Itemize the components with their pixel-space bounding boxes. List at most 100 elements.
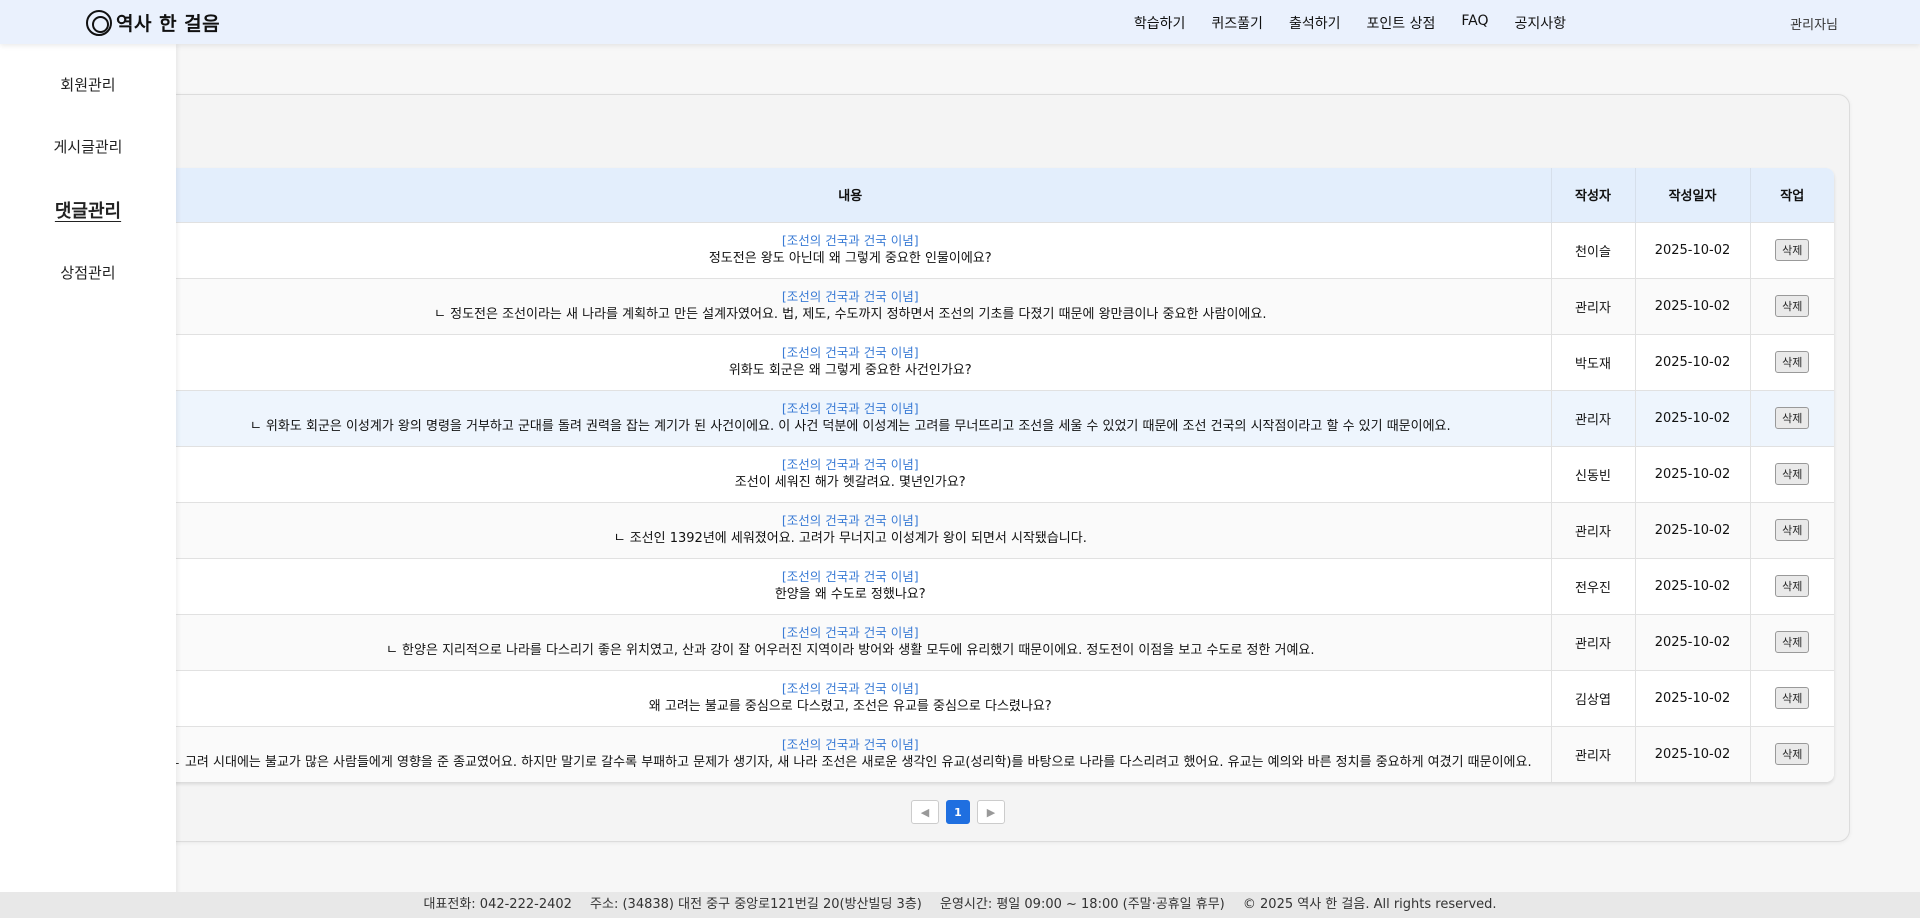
delete-button[interactable]: 삭제: [1775, 519, 1810, 541]
top-header: 역사 한 걸음 학습하기 퀴즈풀기 출석하기 포인트 상점 FAQ 공지사항 관…: [0, 0, 1920, 44]
author-cell: 박도재: [1551, 333, 1636, 390]
site-footer: 대표전화: 042-222-2402 주소: (34838) 대전 중구 중앙로…: [0, 892, 1920, 918]
prev-page-button[interactable]: ◀: [911, 800, 939, 824]
action-cell: 삭제: [1750, 725, 1834, 782]
nav-item-point-shop[interactable]: 포인트 상점: [1366, 13, 1435, 33]
post-title-link[interactable]: [조선의 건국과 건국 이념]: [150, 512, 1551, 530]
date-cell: 2025-10-02: [1635, 613, 1751, 670]
next-page-button[interactable]: ▶: [977, 800, 1005, 824]
site-logo[interactable]: 역사 한 걸음: [86, 9, 220, 36]
author-cell: 관리자: [1551, 389, 1636, 446]
action-cell: 삭제: [1750, 389, 1834, 446]
table-row: [조선의 건국과 건국 이념] 조선이 세워진 해가 헷갈려요. 몇년인가요? 신동…: [150, 445, 1834, 502]
sidebar-item-members[interactable]: 회원관리: [0, 74, 176, 95]
comment-text: ㄴ 조선인 1392년에 세워졌어요. 고려가 무너지고 이성계가 왕이 되면서…: [613, 531, 1087, 546]
content-cell: [조선의 건국과 건국 이념] 조선이 세워진 해가 헷갈려요. 몇년인가요?: [150, 445, 1552, 502]
comment-text: ㄴ 한양은 지리적으로 나라를 다스리기 좋은 위치였고, 산과 강이 잘 어우…: [385, 643, 1315, 658]
comment-text: ㄴ 위화도 회군은 이성계가 왕의 명령을 거부하고 군대를 돌려 권력을 잡는…: [249, 419, 1451, 434]
action-cell: 삭제: [1750, 445, 1834, 502]
delete-button[interactable]: 삭제: [1775, 295, 1810, 317]
nav-item-attendance[interactable]: 출석하기: [1289, 13, 1341, 33]
date-cell: 2025-10-02: [1635, 669, 1751, 726]
table-row: [조선의 건국과 건국 이념] 위화도 회군은 왜 그렇게 중요한 사건인가요? 박…: [150, 333, 1834, 390]
action-cell: 삭제: [1750, 277, 1834, 334]
action-cell: 삭제: [1750, 557, 1834, 614]
footer-hours: 운영시간: 평일 09:00 ~ 18:00 (주말·공휴일 휴무): [940, 897, 1225, 912]
post-title-link[interactable]: [조선의 건국과 건국 이념]: [150, 624, 1551, 642]
table-row: [조선의 건국과 건국 이념] 정도전은 왕도 아닌데 왜 그렇게 중요한 인물이…: [150, 221, 1834, 278]
content-cell: [조선의 건국과 건국 이념] 왜 고려는 불교를 중심으로 다스렸고, 조선은 …: [150, 669, 1552, 726]
date-cell: 2025-10-02: [1635, 501, 1751, 558]
author-cell: 김상엽: [1551, 669, 1636, 726]
content-cell: [조선의 건국과 건국 이념] 위화도 회군은 왜 그렇게 중요한 사건인가요?: [150, 333, 1552, 390]
delete-button[interactable]: 삭제: [1775, 351, 1810, 373]
date-cell: 2025-10-02: [1635, 389, 1751, 446]
delete-button[interactable]: 삭제: [1775, 239, 1810, 261]
admin-user-link[interactable]: 관리자님: [1790, 14, 1838, 33]
nav-item-notice[interactable]: 공지사항: [1514, 13, 1566, 33]
post-title-link[interactable]: [조선의 건국과 건국 이념]: [150, 456, 1551, 474]
table-header-row: 내용 작성자 작성일자 작업: [150, 168, 1834, 222]
delete-button[interactable]: 삭제: [1775, 407, 1810, 429]
comment-text: 조선이 세워진 해가 헷갈려요. 몇년인가요?: [734, 475, 966, 490]
nav-item-quiz[interactable]: 퀴즈풀기: [1211, 13, 1263, 33]
date-cell: 2025-10-02: [1635, 445, 1751, 502]
header-content: 내용: [150, 168, 1552, 222]
delete-button[interactable]: 삭제: [1775, 687, 1810, 709]
post-title-link[interactable]: [조선의 건국과 건국 이념]: [150, 680, 1551, 698]
date-cell: 2025-10-02: [1635, 277, 1751, 334]
date-cell: 2025-10-02: [1635, 333, 1751, 390]
content-cell: [조선의 건국과 건국 이념] 정도전은 왕도 아닌데 왜 그렇게 중요한 인물이…: [150, 221, 1552, 278]
action-cell: 삭제: [1750, 333, 1834, 390]
sidebar-item-shop[interactable]: 상점관리: [0, 262, 176, 283]
table-row: [조선의 건국과 건국 이념] ㄴ 고려 시대에는 불교가 많은 사람들에게 영향…: [150, 725, 1834, 782]
sidebar-item-posts[interactable]: 게시글관리: [0, 136, 176, 157]
content-cell: [조선의 건국과 건국 이념] ㄴ 한양은 지리적으로 나라를 다스리기 좋은 위…: [150, 613, 1552, 670]
footer-phone: 대표전화: 042-222-2402: [423, 897, 572, 912]
comment-text: 왜 고려는 불교를 중심으로 다스렸고, 조선은 유교를 중심으로 다스렸나요?: [648, 699, 1052, 714]
date-cell: 2025-10-02: [1635, 221, 1751, 278]
post-title-link[interactable]: [조선의 건국과 건국 이념]: [150, 232, 1551, 250]
action-cell: 삭제: [1750, 613, 1834, 670]
comment-text: ㄴ 정도전은 조선이라는 새 나라를 계획하고 만든 설계자였어요. 법, 제도…: [434, 307, 1267, 322]
main-nav: 학습하기 퀴즈풀기 출석하기 포인트 상점 FAQ 공지사항: [1134, 13, 1566, 33]
admin-sidebar: 회원관리 게시글관리 댓글관리 상점관리: [0, 44, 176, 918]
footer-copyright: © 2025 역사 한 걸음. All rights reserved.: [1242, 897, 1497, 912]
post-title-link[interactable]: [조선의 건국과 건국 이념]: [150, 736, 1551, 754]
content-cell: [조선의 건국과 건국 이념] ㄴ 조선인 1392년에 세워졌어요. 고려가 무…: [150, 501, 1552, 558]
content-cell: [조선의 건국과 건국 이념] ㄴ 위화도 회군은 이성계가 왕의 명령을 거부하…: [150, 389, 1552, 446]
action-cell: 삭제: [1750, 221, 1834, 278]
date-cell: 2025-10-02: [1635, 557, 1751, 614]
nav-item-faq[interactable]: FAQ: [1461, 13, 1488, 33]
author-cell: 관리자: [1551, 501, 1636, 558]
table-row: [조선의 건국과 건국 이념] ㄴ 위화도 회군은 이성계가 왕의 명령을 거부하…: [150, 389, 1834, 446]
post-title-link[interactable]: [조선의 건국과 건국 이념]: [150, 344, 1551, 362]
sidebar-item-comments[interactable]: 댓글관리: [0, 197, 176, 223]
post-title-link[interactable]: [조선의 건국과 건국 이념]: [150, 288, 1551, 306]
delete-button[interactable]: 삭제: [1775, 631, 1810, 653]
author-cell: 관리자: [1551, 613, 1636, 670]
action-cell: 삭제: [1750, 669, 1834, 726]
delete-button[interactable]: 삭제: [1775, 463, 1810, 485]
content-cell: [조선의 건국과 건국 이념] 한양을 왜 수도로 정했나요?: [150, 557, 1552, 614]
content-cell: [조선의 건국과 건국 이념] ㄴ 고려 시대에는 불교가 많은 사람들에게 영향…: [150, 725, 1552, 782]
nav-item-study[interactable]: 학습하기: [1134, 13, 1186, 33]
page-1-button[interactable]: 1: [946, 800, 970, 824]
table-row: [조선의 건국과 건국 이념] ㄴ 한양은 지리적으로 나라를 다스리기 좋은 위…: [150, 613, 1834, 670]
comment-table: 내용 작성자 작성일자 작업 [조선의 건국과 건국 이념] 정도전은 왕도 아닌…: [150, 168, 1834, 782]
comment-text: 정도전은 왕도 아닌데 왜 그렇게 중요한 인물이에요?: [708, 251, 992, 266]
post-title-link[interactable]: [조선의 건국과 건국 이념]: [150, 568, 1551, 586]
pagination: ◀ 1 ▶: [911, 800, 1005, 824]
comment-text: 위화도 회군은 왜 그렇게 중요한 사건인가요?: [728, 363, 972, 378]
table-row: [조선의 건국과 건국 이념] 왜 고려는 불교를 중심으로 다스렸고, 조선은 …: [150, 669, 1834, 726]
author-cell: 천이슬: [1551, 221, 1636, 278]
header-date: 작성일자: [1635, 168, 1751, 222]
delete-button[interactable]: 삭제: [1775, 575, 1810, 597]
author-cell: 관리자: [1551, 277, 1636, 334]
action-cell: 삭제: [1750, 501, 1834, 558]
delete-button[interactable]: 삭제: [1775, 743, 1810, 766]
post-title-link[interactable]: [조선의 건국과 건국 이념]: [150, 400, 1551, 418]
date-cell: 2025-10-02: [1635, 725, 1751, 782]
logo-emblem-icon: [86, 9, 112, 36]
header-action: 작업: [1750, 168, 1834, 222]
